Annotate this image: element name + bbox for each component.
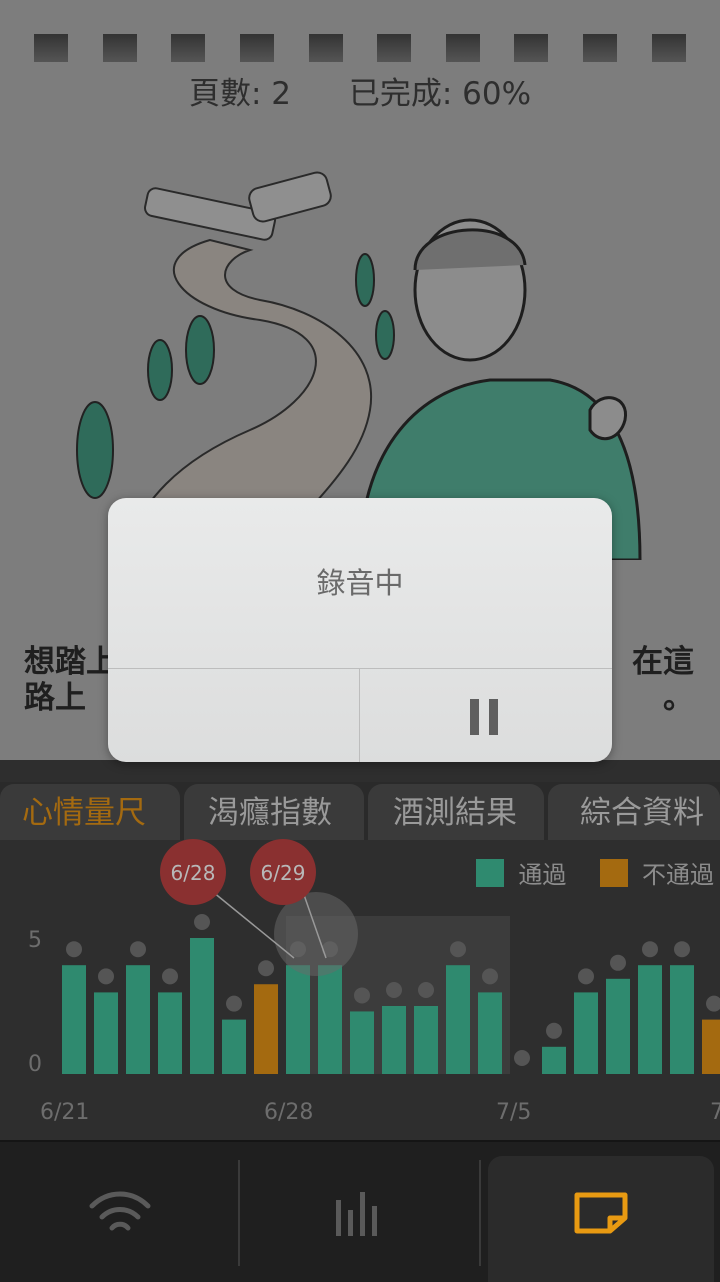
- nav-journal[interactable]: [488, 1142, 720, 1282]
- chart-bar[interactable]: [62, 965, 86, 1074]
- pause-button[interactable]: [360, 669, 612, 762]
- bottom-nav: [0, 1140, 720, 1282]
- chart-bar[interactable]: [350, 1011, 374, 1074]
- chart-bar[interactable]: [190, 938, 214, 1074]
- bar-chart-icon: [336, 1192, 377, 1236]
- chart-point[interactable]: [162, 968, 178, 985]
- chart-point[interactable]: [546, 1022, 562, 1039]
- chart-point[interactable]: [354, 987, 370, 1004]
- chart-bar[interactable]: [702, 1019, 720, 1074]
- chart-bar[interactable]: [446, 965, 470, 1074]
- chart-bar[interactable]: [574, 992, 598, 1074]
- chart-point[interactable]: [610, 954, 626, 971]
- chart-bar[interactable]: [126, 965, 150, 1074]
- chart-bar[interactable]: [382, 1006, 406, 1074]
- chart-point[interactable]: [674, 941, 690, 958]
- x-tick-label: 7: [710, 1100, 720, 1125]
- film-strip: [0, 34, 720, 64]
- mood-bar-chart[interactable]: 6/28 6/29: [0, 760, 720, 1140]
- chart-point[interactable]: [130, 941, 146, 958]
- chart-bar[interactable]: [478, 992, 502, 1074]
- story-right-line2: 。: [663, 680, 694, 716]
- chart-point[interactable]: [66, 941, 82, 958]
- nav-connection[interactable]: [0, 1142, 238, 1282]
- chart-bar[interactable]: [94, 992, 118, 1074]
- chart-point[interactable]: [194, 914, 210, 930]
- chart-point[interactable]: [482, 968, 498, 985]
- chart-bar[interactable]: [606, 978, 630, 1074]
- chart-point[interactable]: [578, 968, 594, 985]
- chart-point[interactable]: [98, 968, 114, 985]
- page-number: 頁數: 2: [188, 76, 291, 112]
- chart-bar[interactable]: [254, 984, 278, 1074]
- chart-point[interactable]: [706, 995, 720, 1012]
- chart-point[interactable]: [386, 982, 402, 998]
- chart-point[interactable]: [514, 1050, 530, 1066]
- dialog-message: 錄音中: [316, 566, 404, 600]
- chart-bar[interactable]: [670, 965, 694, 1074]
- y-tick-label: 0: [28, 1052, 42, 1077]
- chart-bar[interactable]: [286, 965, 310, 1074]
- y-tick-label: 5: [28, 928, 42, 953]
- chart-bar[interactable]: [158, 992, 182, 1074]
- x-tick-label: 7/5: [496, 1100, 532, 1125]
- chart-point[interactable]: [450, 941, 466, 958]
- chart-section: 心情量尺 渴癮指數 酒測結果 綜合資料 通過 不通過 6/28 6/29 5 0 …: [0, 760, 720, 1140]
- chart-bar[interactable]: [414, 1006, 438, 1074]
- chart-point[interactable]: [642, 941, 658, 958]
- story-right-line1: 在這: [632, 644, 694, 680]
- date-callout-label: 6/29: [261, 861, 306, 885]
- chart-bar[interactable]: [542, 1046, 566, 1074]
- pause-icon: [470, 699, 498, 735]
- chart-point[interactable]: [418, 982, 434, 998]
- chart-bar[interactable]: [222, 1019, 246, 1074]
- story-right: 在這 。: [632, 644, 694, 716]
- recording-dialog: 錄音中: [108, 498, 612, 762]
- chart-bar[interactable]: [638, 965, 662, 1074]
- wifi-icon: [89, 1191, 151, 1231]
- chart-bar[interactable]: [318, 965, 342, 1074]
- x-tick-label: 6/28: [264, 1100, 314, 1125]
- date-callout-label: 6/28: [171, 861, 216, 885]
- x-tick-label: 6/21: [40, 1100, 90, 1125]
- chart-point[interactable]: [258, 960, 274, 977]
- nav-statistics[interactable]: [240, 1142, 479, 1282]
- dialog-left-button[interactable]: [108, 669, 359, 762]
- note-icon: [574, 1192, 628, 1234]
- chart-point[interactable]: [226, 995, 242, 1012]
- completion-status: 已完成: 60%: [348, 76, 532, 112]
- progress-line: 頁數: 2 已完成: 60%: [0, 68, 720, 113]
